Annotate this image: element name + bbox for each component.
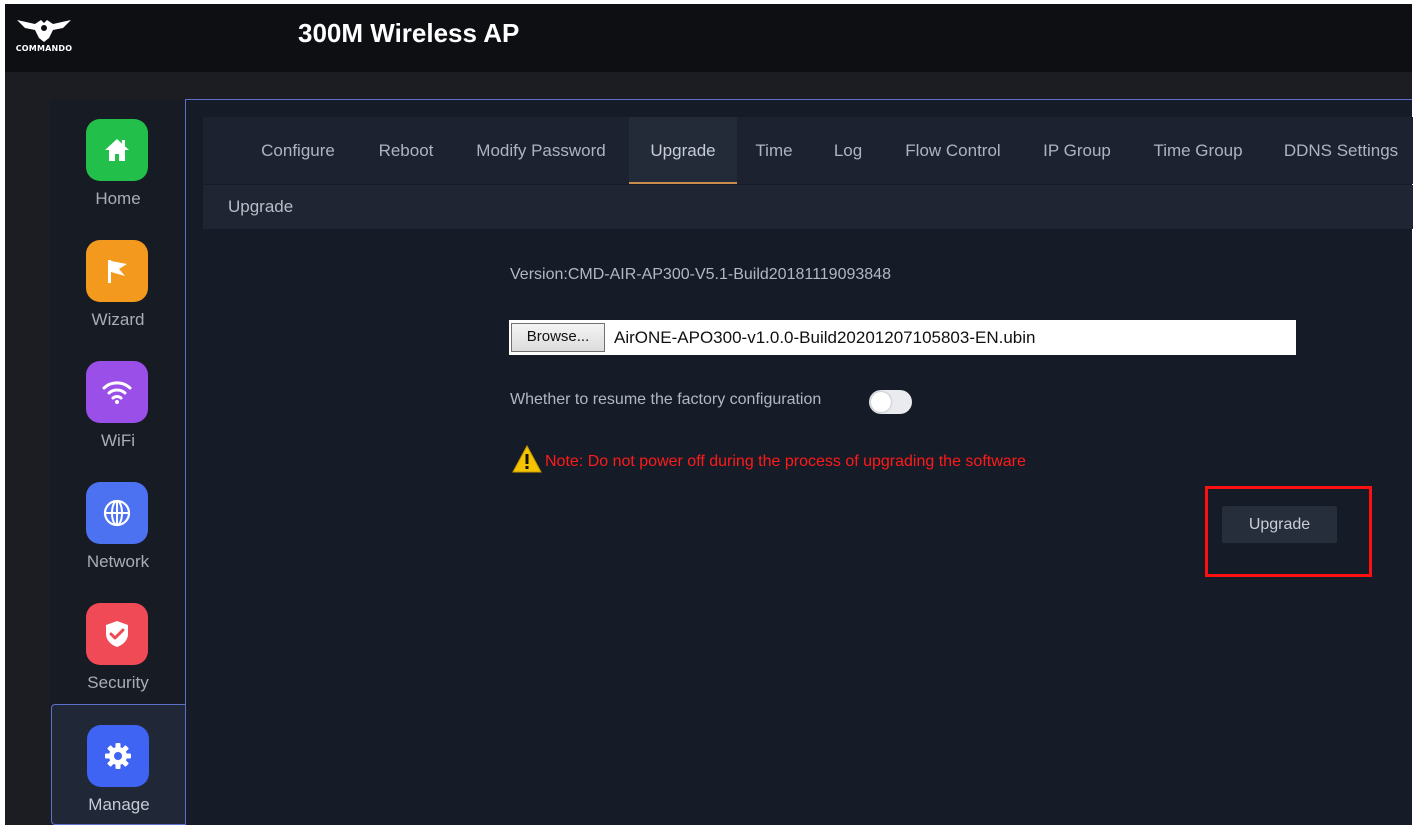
section-header: Upgrade [203,185,1413,229]
app-title: 300M Wireless AP [298,18,520,48]
commando-logo: COMMANDO [13,14,75,58]
gear-icon [105,743,131,769]
tab-time-group[interactable]: Time Group [1148,117,1248,184]
home-tile [86,119,148,181]
shield-icon [106,621,128,647]
sidebar-item-label: Manage [88,795,150,814]
main-panel: Configure Reboot Modify Password Upgrade… [185,99,1413,825]
home-icon [105,139,129,161]
sidebar-item-label: Security [87,673,149,692]
upgrade-button[interactable]: Upgrade [1222,506,1337,543]
selected-file-name: AirONE-APO300-v1.0.0-Build20201207105803… [614,328,1036,347]
header-band [5,72,1412,99]
sidebar-item-label: Network [86,552,150,571]
browse-button[interactable]: Browse... [511,323,605,352]
tab-ddns-settings[interactable]: DDNS Settings [1279,117,1403,184]
network-tile [86,482,148,544]
tab-log[interactable]: Log [829,117,867,184]
toggle-knob [871,392,891,412]
tab-modify-password[interactable]: Modify Password [471,117,611,184]
sidebar-item-home[interactable]: Home [51,99,185,220]
section-title: Upgrade [228,197,294,216]
logo-text: COMMANDO [15,44,73,53]
flag-icon [108,260,127,283]
sidebar-item-network[interactable]: Network [51,462,185,583]
top-bar: COMMANDO 300M Wireless AP [5,4,1412,72]
sidebar-item-security[interactable]: Security [51,583,185,704]
left-gutter [5,99,51,825]
wifi-icon [102,381,132,404]
factory-reset-toggle[interactable] [869,390,912,414]
factory-reset-label: Whether to resume the factory configurat… [510,391,822,408]
tab-bar: Configure Reboot Modify Password Upgrade… [203,117,1413,184]
tab-configure[interactable]: Configure [257,117,339,184]
security-tile [86,603,148,665]
wizard-tile [86,240,148,302]
warning-icon [512,445,542,473]
sidebar-item-label: Wizard [91,310,145,329]
sidebar-item-wizard[interactable]: Wizard [51,220,185,341]
tab-upgrade[interactable]: Upgrade [629,117,737,184]
sidebar-item-manage[interactable]: Manage [51,704,185,825]
sidebar: Home Wizard WiFi Network Security Manage [51,99,185,825]
tab-reboot[interactable]: Reboot [375,117,437,184]
manage-tile [87,725,149,787]
sidebar-item-wifi[interactable]: WiFi [51,341,185,462]
file-input[interactable]: Browse... AirONE-APO300-v1.0.0-Build2020… [509,320,1296,355]
firmware-version: Version:CMD-AIR-AP300-V5.1-Build20181119… [510,266,891,283]
tab-flow-control[interactable]: Flow Control [899,117,1007,184]
sidebar-item-label: WiFi [101,431,135,450]
wifi-tile [86,361,148,423]
sidebar-item-label: Home [95,189,141,208]
globe-icon [103,499,131,527]
eagle-icon [17,20,71,42]
tab-time[interactable]: Time [751,117,797,184]
tab-ip-group[interactable]: IP Group [1039,117,1115,184]
warning-note: Note: Do not power off during the proces… [545,453,1026,470]
